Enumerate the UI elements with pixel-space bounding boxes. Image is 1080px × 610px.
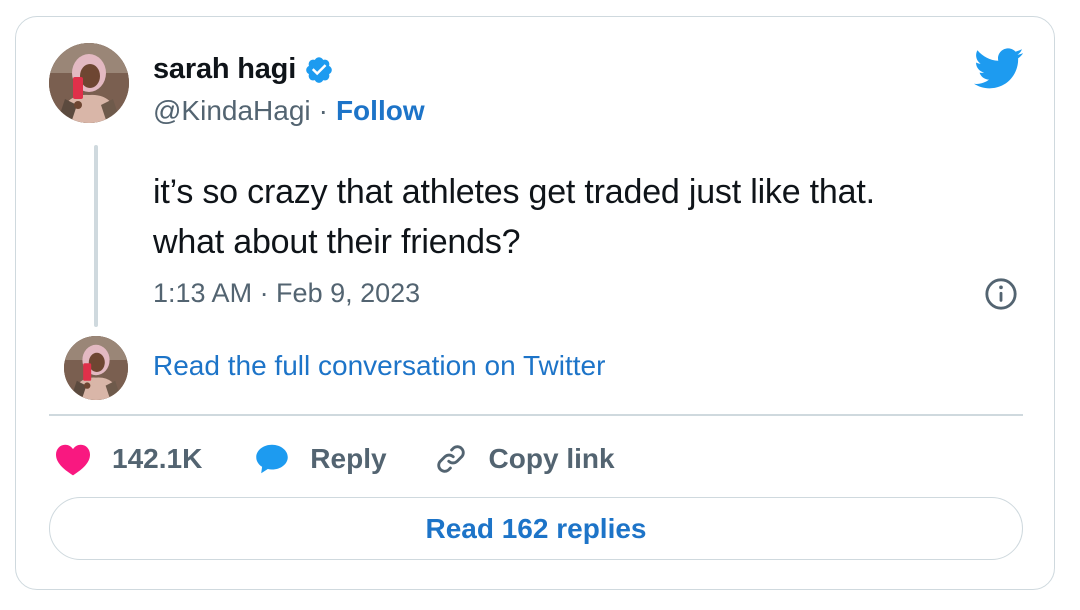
copy-link-button[interactable]: Copy link	[433, 441, 615, 477]
handle-separator: ·	[318, 95, 328, 126]
read-conversation-link[interactable]: Read the full conversation on Twitter	[153, 350, 605, 382]
info-icon[interactable]	[984, 277, 1018, 311]
author-handle[interactable]: @KindaHagi	[153, 95, 311, 127]
author-display-name[interactable]: sarah hagi	[153, 53, 296, 86]
thread-line	[94, 145, 98, 327]
tweet-text: it’s so crazy that athletes get traded j…	[153, 173, 875, 261]
heart-icon	[56, 444, 90, 476]
tweet-timestamp[interactable]: 1:13 AM · Feb 9, 2023	[153, 278, 420, 309]
divider	[49, 414, 1023, 416]
reply-label: Reply	[310, 443, 387, 474]
avatar-photo	[49, 43, 129, 123]
author-avatar[interactable]	[49, 43, 129, 123]
copy-link-label: Copy link	[488, 443, 615, 474]
avatar-photo	[64, 336, 128, 400]
action-bar: 142.1K Reply Copy link	[54, 437, 615, 481]
speech-bubble-icon	[256, 444, 289, 474]
conversation-avatar[interactable]	[64, 336, 128, 400]
link-icon	[436, 445, 465, 473]
twitter-bird-icon[interactable]	[974, 48, 1024, 90]
follow-button[interactable]: Follow	[336, 95, 425, 127]
like-button[interactable]: 142.1K	[54, 442, 202, 476]
like-count: 142.1K	[112, 443, 203, 474]
reply-button[interactable]: Reply	[254, 442, 387, 476]
read-replies-button[interactable]: Read 162 replies	[49, 497, 1023, 560]
verified-badge-icon	[306, 56, 332, 83]
tweet-embed-card: sarah hagi @KindaHagi · Follow it’s so c…	[15, 16, 1055, 590]
